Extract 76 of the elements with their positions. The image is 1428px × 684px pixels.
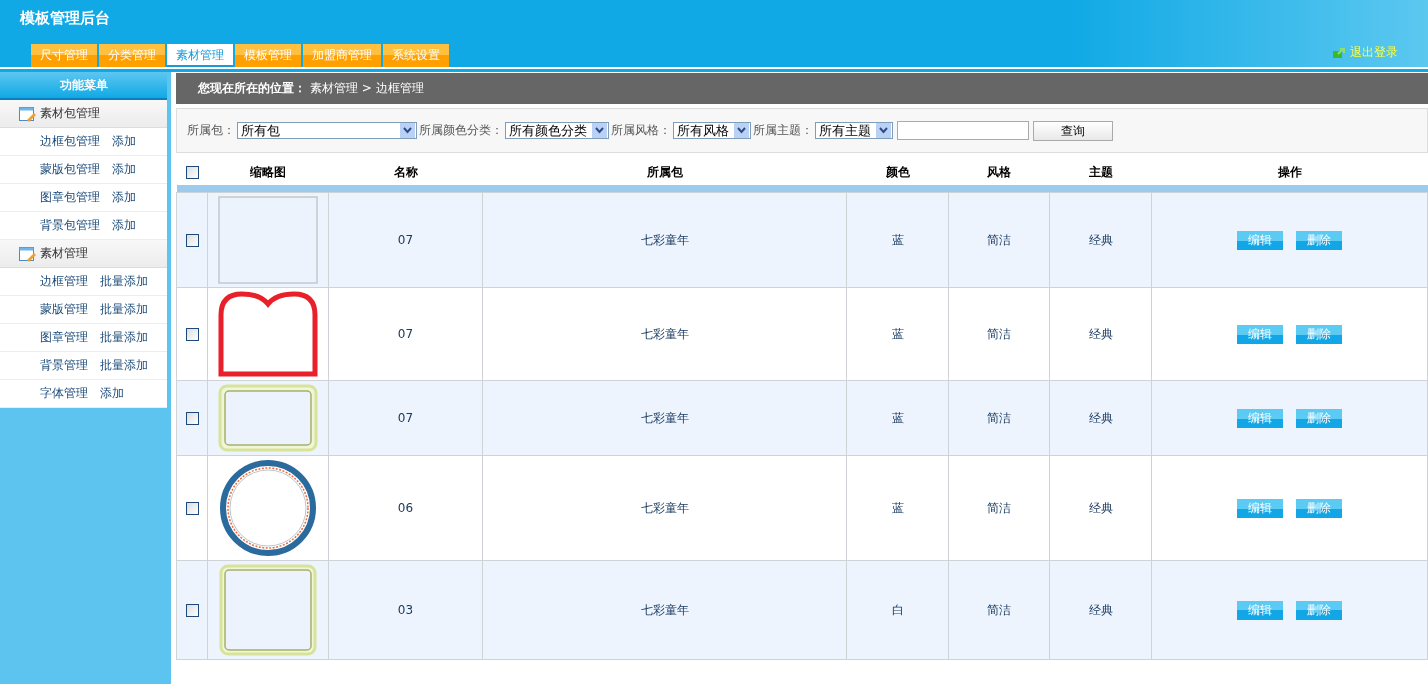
- column-header: 颜色: [885, 164, 910, 179]
- filter-label: 所属包：: [187, 122, 235, 139]
- table-cell: 简洁: [987, 602, 1011, 617]
- edit-icon: [19, 105, 36, 122]
- table-cell: 经典: [1088, 602, 1113, 617]
- row-checkbox[interactable]: [185, 412, 199, 425]
- sidebar-link[interactable]: 背景管理: [40, 357, 88, 374]
- table-cell: 经典: [1088, 500, 1113, 515]
- sidebar-link[interactable]: 边框包管理: [40, 133, 100, 150]
- table-cell: 蓝: [891, 326, 904, 341]
- table-cell: 07: [397, 233, 414, 247]
- table-cell: 白: [891, 602, 904, 617]
- column-header: 风格: [987, 164, 1011, 179]
- add-link[interactable]: 添加: [112, 189, 136, 206]
- group-title: 素材包管理: [40, 105, 100, 122]
- filter-dropdown[interactable]: 所有颜色分类: [505, 122, 609, 139]
- row-checkbox[interactable]: [185, 328, 199, 341]
- column-header: 缩略图: [250, 164, 286, 179]
- table-cell: 简洁: [987, 232, 1011, 247]
- table-cell: 简洁: [987, 410, 1011, 425]
- table-cell: 蓝: [891, 410, 904, 425]
- table-cell: 07: [397, 411, 414, 425]
- search-button[interactable]: 查询: [1033, 120, 1113, 141]
- table-cell: 七彩童年: [640, 232, 689, 247]
- filter-label: 所属主题：: [753, 122, 813, 139]
- table-cell: 七彩童年: [640, 410, 689, 425]
- filter-dropdown[interactable]: 所有风格: [673, 122, 751, 139]
- table-cell: 蓝: [891, 500, 904, 515]
- add-link[interactable]: 添加: [112, 217, 136, 234]
- filter-dropdown[interactable]: 所有主题: [815, 122, 893, 139]
- table-cell: 经典: [1088, 326, 1113, 341]
- search-field[interactable]: [897, 121, 1029, 140]
- add-link[interactable]: 批量添加: [100, 329, 148, 346]
- breadcrumb-label: 您现在所在的位置：: [198, 80, 306, 97]
- table-cell: 07: [397, 327, 414, 341]
- row-checkbox[interactable]: [185, 234, 199, 247]
- select-all-checkbox[interactable]: [185, 166, 199, 179]
- column-header: 名称: [393, 164, 418, 179]
- sidebar-link[interactable]: 背景包管理: [40, 217, 100, 234]
- sidebar-link[interactable]: 字体管理: [40, 385, 88, 402]
- column-header: 操作: [1277, 164, 1302, 179]
- table-cell: 蓝: [891, 232, 904, 247]
- table-cell: 简洁: [987, 326, 1011, 341]
- add-link[interactable]: 添加: [112, 133, 136, 150]
- table-cell: 经典: [1088, 410, 1113, 425]
- breadcrumb-path: 素材管理 > 边框管理: [310, 80, 424, 97]
- row-checkbox[interactable]: [185, 502, 199, 515]
- column-header: 主题: [1088, 164, 1113, 179]
- add-link[interactable]: 添加: [100, 385, 124, 402]
- table-cell: 简洁: [987, 500, 1011, 515]
- sidebar-link[interactable]: 边框管理: [40, 273, 88, 290]
- app-title: 模板管理后台: [18, 8, 111, 29]
- add-link[interactable]: 添加: [112, 161, 136, 178]
- table-cell: 经典: [1088, 232, 1113, 247]
- sidebar-link[interactable]: 图章包管理: [40, 189, 100, 206]
- add-link[interactable]: 批量添加: [100, 357, 148, 374]
- sidebar-link[interactable]: 图章管理: [40, 329, 88, 346]
- sidebar-group-header[interactable]: 素材包管理: [0, 100, 167, 128]
- filter-label: 所属颜色分类：: [419, 122, 503, 139]
- sidebar-link[interactable]: 蒙版管理: [40, 301, 88, 318]
- filter-label: 所属风格：: [611, 122, 671, 139]
- edit-icon: [19, 245, 36, 262]
- table-cell: 七彩童年: [640, 602, 689, 617]
- table-cell: 06: [397, 501, 414, 515]
- table-cell: 七彩童年: [640, 326, 689, 341]
- add-link[interactable]: 批量添加: [100, 301, 148, 318]
- sidebar-title: 功能菜单: [0, 72, 167, 100]
- sidebar-group-header[interactable]: 素材管理: [0, 240, 167, 268]
- column-header: 所属包: [646, 164, 683, 179]
- sidebar-link[interactable]: 蒙版包管理: [40, 161, 100, 178]
- add-link[interactable]: 批量添加: [100, 273, 148, 290]
- table-cell: 03: [397, 603, 414, 617]
- table-cell: 七彩童年: [640, 500, 689, 515]
- row-checkbox[interactable]: [185, 604, 199, 617]
- group-title: 素材管理: [40, 245, 88, 262]
- filter-dropdown[interactable]: 所有包: [237, 122, 417, 139]
